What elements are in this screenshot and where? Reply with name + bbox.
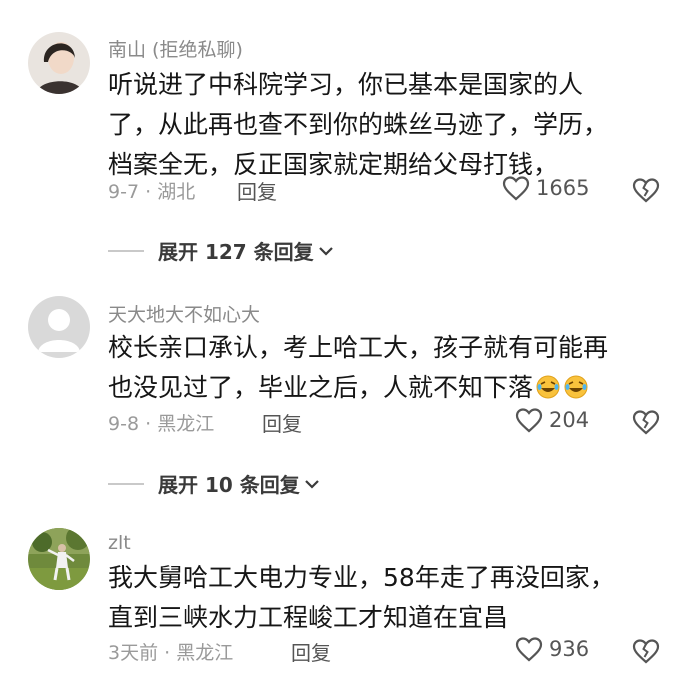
like-count: 936 [549, 637, 590, 661]
meta-separator: · [145, 413, 152, 435]
dislike-button[interactable] [632, 408, 660, 436]
comment-text: 校长亲口承认，考上哈工大，孩子就有可能再 也没见过了，毕业之后，人就不知下落 [108, 328, 668, 408]
expand-replies-label: 展开 127 条回复 [158, 240, 314, 264]
comment-location: 黑龙江 [176, 642, 234, 664]
rofl-emoji-icon [536, 375, 560, 399]
reply-button[interactable]: 回复 [291, 637, 331, 666]
comment-date: 9-7 [108, 181, 140, 203]
comment-line: 听说进了中科院学习，你已基本是国家的人 [108, 70, 584, 99]
comment-line-text: 也没见过了，毕业之后，人就不知下落 [108, 373, 534, 402]
like-button[interactable]: 936 [515, 636, 589, 662]
comment-meta: 3天前 · 黑龙江 [108, 638, 233, 665]
avatar[interactable] [28, 32, 90, 94]
comment-meta: 9-7 · 湖北 [108, 177, 195, 204]
heart-outline-icon [515, 408, 543, 433]
comment-meta: 9-8 · 黑龙江 [108, 409, 214, 436]
expand-replies-label: 展开 10 条回复 [158, 473, 300, 497]
comment-line: 也没见过了，毕业之后，人就不知下落 [108, 368, 668, 408]
like-button[interactable]: 204 [515, 407, 589, 433]
dislike-button[interactable] [632, 637, 660, 665]
username[interactable]: 南山 (拒绝私聊) [108, 35, 243, 62]
meta-separator: · [145, 181, 152, 203]
dislike-button[interactable] [632, 176, 660, 204]
broken-heart-icon [632, 410, 660, 435]
like-count: 1665 [536, 176, 590, 200]
chevron-down-icon [304, 479, 319, 489]
chevron-down-icon [318, 246, 333, 256]
username[interactable]: 天大地大不如心大 [108, 300, 260, 327]
comment-location: 湖北 [157, 181, 196, 203]
avatar[interactable] [28, 528, 90, 590]
broken-heart-icon [632, 178, 660, 203]
username[interactable]: zlt [108, 532, 131, 554]
comment-location: 黑龙江 [157, 413, 215, 435]
comment-date: 9-8 [108, 413, 140, 435]
comment-line: 校长亲口承认，考上哈工大，孩子就有可能再 [108, 333, 609, 362]
heart-outline-icon [515, 637, 543, 662]
rofl-emoji-icon [564, 375, 588, 399]
expand-replies-button[interactable]: 展开 10 条回复 [108, 469, 320, 498]
comment-text: 我大舅哈工大电力专业，58年走了再没回家， 直到三峡水力工程峻工才知道在宜昌 [108, 558, 668, 638]
avatar[interactable] [28, 296, 90, 358]
reply-button[interactable]: 回复 [262, 408, 302, 437]
like-count: 204 [549, 408, 590, 432]
comment-line: 了，从此再也查不到你的蛛丝马迹了，学历， [108, 110, 609, 139]
meta-separator: · [164, 642, 171, 664]
divider [108, 249, 144, 252]
like-button[interactable]: 1665 [502, 175, 589, 201]
comment-text: 听说进了中科院学习，你已基本是国家的人 了，从此再也查不到你的蛛丝马迹了，学历，… [108, 65, 668, 185]
reply-button[interactable]: 回复 [237, 176, 277, 205]
comment-date: 3天前 [108, 642, 159, 664]
expand-replies-button[interactable]: 展开 127 条回复 [108, 236, 334, 265]
comment-line: 我大舅哈工大电力专业，58年走了再没回家， [108, 563, 615, 592]
broken-heart-icon [632, 639, 660, 664]
divider [108, 482, 144, 485]
heart-outline-icon [502, 176, 530, 201]
comment-line: 直到三峡水力工程峻工才知道在宜昌 [108, 603, 509, 632]
